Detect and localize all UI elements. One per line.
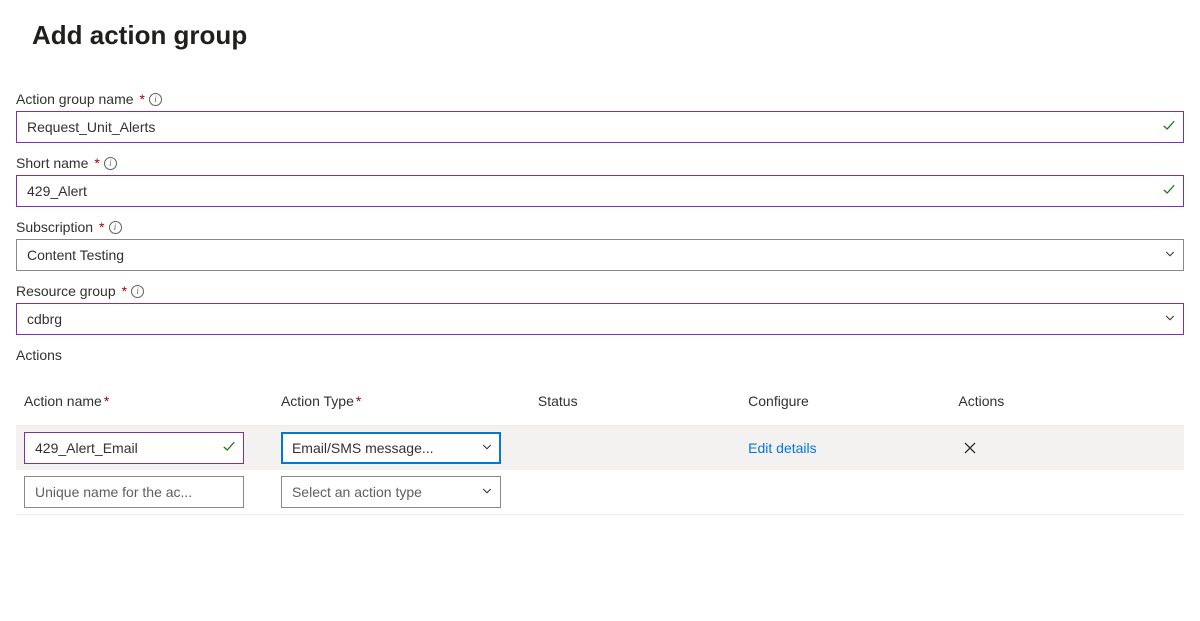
info-icon[interactable]: i [104, 157, 117, 170]
edit-details-link[interactable]: Edit details [748, 440, 816, 456]
label-text: Short name [16, 155, 88, 171]
th-status: Status [530, 383, 740, 426]
select-resource-group[interactable]: cdbrg [16, 303, 1184, 335]
required-asterisk: * [94, 155, 99, 171]
action-type-select[interactable]: Select an action type [281, 476, 501, 508]
required-asterisk: * [99, 219, 104, 235]
label-text: Resource group [16, 283, 116, 299]
th-action-name: Action name* [16, 383, 273, 426]
label-text: Action group name [16, 91, 134, 107]
delete-row-button[interactable] [958, 436, 982, 460]
actions-table: Action name* Action Type* Status Configu… [16, 383, 1184, 515]
input-action-group-name[interactable] [16, 111, 1184, 143]
required-asterisk: * [122, 283, 127, 299]
label-text: Subscription [16, 219, 93, 235]
select-subscription[interactable]: Content Testing [16, 239, 1184, 271]
status-cell [530, 426, 740, 471]
field-short-name: Short name * i [16, 155, 1184, 207]
info-icon[interactable]: i [109, 221, 122, 234]
field-action-group-name: Action group name * i [16, 91, 1184, 143]
action-type-select[interactable]: Email/SMS message... [281, 432, 501, 464]
required-asterisk: * [140, 91, 145, 107]
label-short-name: Short name * i [16, 155, 1184, 171]
table-row: Email/SMS message... Edit details [16, 426, 1184, 471]
table-row: Select an action type [16, 470, 1184, 515]
field-subscription: Subscription * i Content Testing [16, 219, 1184, 271]
action-name-input[interactable] [24, 432, 244, 464]
th-actions: Actions [950, 383, 1184, 426]
th-action-type: Action Type* [273, 383, 530, 426]
actions-section-label: Actions [16, 347, 1184, 363]
field-resource-group: Resource group * i cdbrg [16, 283, 1184, 335]
th-configure: Configure [740, 383, 950, 426]
label-action-group-name: Action group name * i [16, 91, 1184, 107]
info-icon[interactable]: i [131, 285, 144, 298]
status-cell [530, 470, 740, 515]
info-icon[interactable]: i [149, 93, 162, 106]
label-resource-group: Resource group * i [16, 283, 1184, 299]
input-short-name[interactable] [16, 175, 1184, 207]
label-subscription: Subscription * i [16, 219, 1184, 235]
action-name-input[interactable] [24, 476, 244, 508]
page-title: Add action group [32, 20, 1184, 51]
